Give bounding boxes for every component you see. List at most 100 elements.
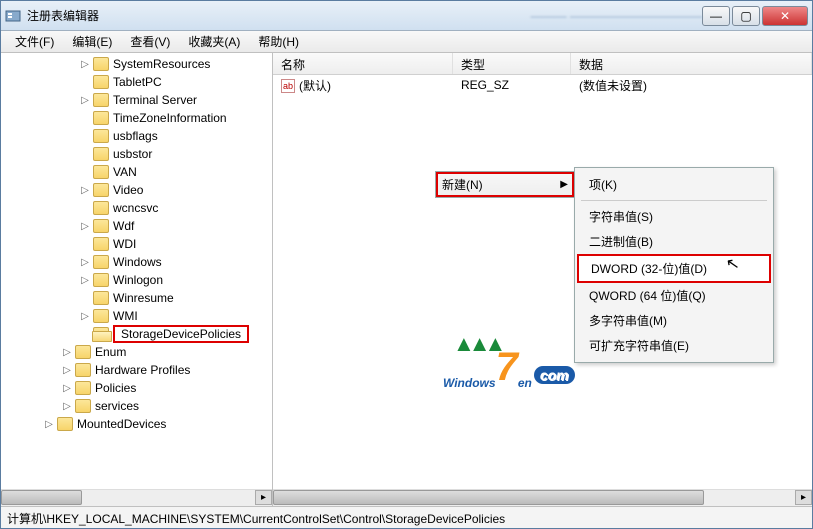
menu-help[interactable]: 帮助(H) bbox=[250, 31, 307, 52]
tree-label: StorageDevicePolicies bbox=[113, 325, 249, 343]
expand-icon[interactable]: ▷ bbox=[79, 221, 91, 232]
menubar: 文件(F) 编辑(E) 查看(V) 收藏夹(A) 帮助(H) bbox=[1, 31, 812, 53]
context-submenu[interactable]: 项(K) 字符串值(S) 二进制值(B) DWORD (32-位)值(D) QW… bbox=[574, 167, 774, 363]
tree-item-services[interactable]: ▷services bbox=[5, 397, 272, 415]
tree-item-tabletpc[interactable]: TabletPC bbox=[5, 73, 272, 91]
folder-icon bbox=[93, 57, 109, 71]
tree-item-winlogon[interactable]: ▷Winlogon bbox=[5, 271, 272, 289]
tree-label: VAN bbox=[113, 165, 137, 179]
menu-file[interactable]: 文件(F) bbox=[7, 31, 62, 52]
context-menu-new[interactable]: 新建(N) ▶ bbox=[435, 171, 575, 198]
tree-item-winresume[interactable]: Winresume bbox=[5, 289, 272, 307]
col-type[interactable]: 类型 bbox=[453, 53, 571, 74]
tree-label: Windows bbox=[113, 255, 162, 269]
folder-icon bbox=[57, 417, 73, 431]
folder-icon bbox=[93, 201, 109, 215]
expand-icon[interactable]: ▷ bbox=[61, 401, 73, 412]
menu-item-key[interactable]: 项(K) bbox=[577, 172, 771, 197]
tree-item-timezoneinformation[interactable]: TimeZoneInformation bbox=[5, 109, 272, 127]
tree-item-wdf[interactable]: ▷ Wdf bbox=[5, 217, 272, 235]
tree-label: Video bbox=[113, 183, 143, 197]
tree-item-usbstor[interactable]: usbstor bbox=[5, 145, 272, 163]
tree-label: Winresume bbox=[113, 291, 174, 305]
window-title: 注册表编辑器 bbox=[27, 7, 511, 24]
tree-pane[interactable]: ▷ SystemResources TabletPC ▷ Terminal Server… bbox=[1, 53, 273, 506]
menu-item-string[interactable]: 字符串值(S) bbox=[577, 204, 771, 229]
expand-icon[interactable]: ▷ bbox=[61, 365, 73, 376]
folder-icon bbox=[93, 309, 109, 323]
tree-hscroll[interactable]: ▸ bbox=[1, 489, 272, 506]
string-icon: ab bbox=[281, 79, 295, 93]
folder-icon bbox=[93, 129, 109, 143]
expand-icon[interactable]: ▷ bbox=[79, 59, 91, 70]
expand-icon[interactable]: ▷ bbox=[79, 257, 91, 268]
tree-label: SystemResources bbox=[113, 57, 210, 71]
regedit-window: 注册表编辑器 ——— ——————————— — ▢ ✕ 文件(F) 编辑(E)… bbox=[0, 0, 813, 529]
col-name[interactable]: 名称 bbox=[273, 53, 453, 74]
expand-icon[interactable]: ▷ bbox=[79, 185, 91, 196]
tree-label: Hardware Profiles bbox=[95, 363, 190, 377]
folder-icon bbox=[93, 255, 109, 269]
folder-icon bbox=[93, 219, 109, 233]
titlebar[interactable]: 注册表编辑器 ——— ——————————— — ▢ ✕ bbox=[1, 1, 812, 31]
list-header[interactable]: 名称 类型 数据 bbox=[273, 53, 812, 75]
value-data: (数值未设置) bbox=[571, 77, 812, 94]
tree-item-systemresources[interactable]: ▷ SystemResources bbox=[5, 55, 272, 73]
col-data[interactable]: 数据 bbox=[571, 53, 812, 74]
tree-label: WMI bbox=[113, 309, 138, 323]
close-button[interactable]: ✕ bbox=[762, 6, 808, 26]
tree-item-windows[interactable]: ▷ Windows bbox=[5, 253, 272, 271]
tree-label: Policies bbox=[95, 381, 136, 395]
menu-item-multi[interactable]: 多字符串值(M) bbox=[577, 308, 771, 333]
value-type: REG_SZ bbox=[453, 78, 571, 92]
tree-item-storagedevicepolicies[interactable]: StorageDevicePolicies bbox=[5, 325, 272, 343]
menu-edit[interactable]: 编辑(E) bbox=[64, 31, 120, 52]
maximize-button[interactable]: ▢ bbox=[732, 6, 760, 26]
menu-item-new[interactable]: 新建(N) bbox=[442, 176, 483, 193]
tree-item-van[interactable]: VAN bbox=[5, 163, 272, 181]
folder-icon bbox=[75, 381, 91, 395]
folder-icon bbox=[75, 345, 91, 359]
menu-item-binary[interactable]: 二进制值(B) bbox=[577, 229, 771, 254]
tree-label: TabletPC bbox=[113, 75, 162, 89]
tree-label: Enum bbox=[95, 345, 126, 359]
tree-label: usbflags bbox=[113, 129, 158, 143]
title-suffix: ——— ——————————— bbox=[531, 9, 702, 23]
tree-item-wcncsvc[interactable]: wcncsvc bbox=[5, 199, 272, 217]
tree-label: Wdf bbox=[113, 219, 134, 233]
menu-item-expand[interactable]: 可扩充字符串值(E) bbox=[577, 333, 771, 358]
submenu-arrow-icon: ▶ bbox=[560, 179, 568, 190]
tree-label: TimeZoneInformation bbox=[113, 111, 227, 125]
menu-item-qword[interactable]: QWORD (64 位)值(Q) bbox=[577, 283, 771, 308]
tree-label: Terminal Server bbox=[113, 93, 197, 107]
tree-item-mounteddevices[interactable]: ▷MountedDevices bbox=[5, 415, 272, 433]
expand-icon[interactable]: ▷ bbox=[43, 419, 55, 430]
tree-item-terminal-server[interactable]: ▷ Terminal Server bbox=[5, 91, 272, 109]
list-hscroll[interactable]: ▸ bbox=[273, 489, 812, 506]
folder-icon bbox=[93, 147, 109, 161]
folder-icon bbox=[93, 237, 109, 251]
expand-icon[interactable]: ▷ bbox=[79, 311, 91, 322]
tree-item-wmi[interactable]: ▷ WMI bbox=[5, 307, 272, 325]
tree-item-usbflags[interactable]: usbflags bbox=[5, 127, 272, 145]
expand-icon[interactable]: ▷ bbox=[79, 275, 91, 286]
folder-icon bbox=[75, 363, 91, 377]
folder-icon bbox=[93, 291, 109, 305]
tree-item-enum[interactable]: ▷ Enum bbox=[5, 343, 272, 361]
menu-view[interactable]: 查看(V) bbox=[122, 31, 178, 52]
tree-item-policies[interactable]: ▷ Policies bbox=[5, 379, 272, 397]
minimize-button[interactable]: — bbox=[702, 6, 730, 26]
tree-item-hardware-profiles[interactable]: ▷ Hardware Profiles bbox=[5, 361, 272, 379]
list-row[interactable]: ab(默认) REG_SZ (数值未设置) bbox=[273, 75, 812, 95]
folder-icon bbox=[93, 327, 109, 341]
menu-separator bbox=[581, 200, 767, 201]
tree-item-wdi[interactable]: WDI bbox=[5, 235, 272, 253]
menu-item-dword[interactable]: DWORD (32-位)值(D) bbox=[579, 256, 769, 281]
folder-icon bbox=[93, 273, 109, 287]
expand-icon[interactable]: ▷ bbox=[61, 347, 73, 358]
expand-icon[interactable]: ▷ bbox=[79, 95, 91, 106]
tree-item-video[interactable]: ▷ Video bbox=[5, 181, 272, 199]
folder-icon bbox=[75, 399, 91, 413]
expand-icon[interactable]: ▷ bbox=[61, 383, 73, 394]
menu-favorites[interactable]: 收藏夹(A) bbox=[180, 31, 248, 52]
